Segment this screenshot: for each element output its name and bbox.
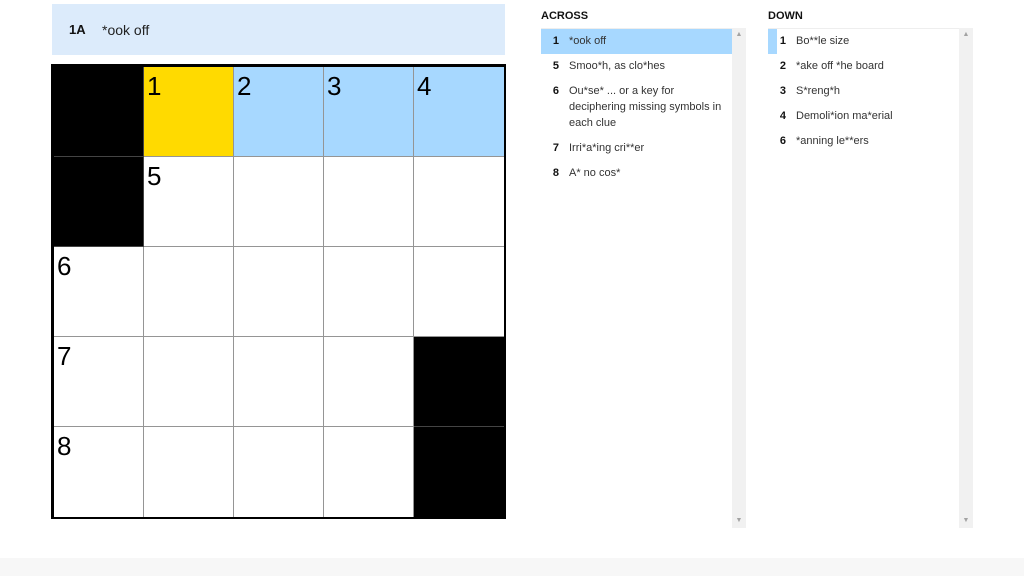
down-scrollbar[interactable]: ▲ ▼ — [959, 28, 973, 528]
across-clue-item[interactable]: 5 Smoo*h, as clo*hes — [541, 54, 732, 79]
cell-number: 4 — [417, 71, 432, 101]
scroll-up-icon[interactable]: ▲ — [732, 28, 746, 42]
grid-cell[interactable] — [234, 337, 324, 427]
grid-cell[interactable]: 4 — [414, 67, 504, 157]
clue-number: 1 — [779, 35, 786, 47]
clue-number: 4 — [779, 110, 786, 122]
cell-number: 1 — [147, 71, 162, 101]
down-clue-item[interactable]: 6 *anning le**ers — [768, 129, 959, 154]
footer-strip — [0, 558, 1024, 576]
across-clue-list: 1 *ook off 5 Smoo*h, as clo*hes 6 Ou*se* ... … — [541, 28, 732, 529]
grid-cell[interactable]: 2 — [234, 67, 324, 157]
clue-text: Demoli*ion ma*erial — [796, 110, 893, 122]
down-clue-item[interactable]: 1 Bo**le size — [768, 29, 959, 54]
clue-number: 6 — [779, 135, 786, 147]
grid-cell[interactable] — [324, 247, 414, 337]
clue-text: *ake off *he board — [796, 60, 884, 72]
clue-number: 8 — [552, 167, 559, 179]
grid-cell[interactable] — [414, 157, 504, 247]
clue-text: *anning le**ers — [796, 135, 869, 147]
grid-cell[interactable] — [324, 337, 414, 427]
scroll-down-icon[interactable]: ▼ — [959, 514, 973, 528]
clue-text: *ook off — [569, 35, 607, 47]
clue-text: Ou*se* ... or a key for deciphering miss… — [569, 85, 722, 129]
clue-text: A* no cos* — [569, 167, 621, 179]
down-section: DOWN 1 Bo**le size 2 *ake off *he board 3 S*r… — [768, 0, 974, 529]
current-clue-bar: 1A *ook off — [52, 4, 505, 55]
down-clue-item[interactable]: 4 Demoli*ion ma*erial — [768, 104, 959, 129]
clue-text: S*reng*h — [796, 85, 841, 97]
cell-number: 7 — [57, 341, 72, 371]
across-section: ACROSS 1 *ook off 5 Smoo*h, as clo*hes 6 Ou*s… — [541, 0, 746, 529]
cell-number: 5 — [147, 161, 162, 191]
clue-number: 2 — [779, 60, 786, 72]
grid-cell[interactable]: 8 — [54, 427, 144, 517]
grid-cell[interactable] — [324, 427, 414, 517]
black-cell — [414, 427, 504, 517]
grid-cell[interactable] — [324, 157, 414, 247]
black-cell — [54, 67, 144, 157]
grid-cell[interactable] — [414, 247, 504, 337]
grid-cell[interactable] — [144, 427, 234, 517]
clue-number: 5 — [552, 60, 559, 72]
grid-cell[interactable] — [144, 247, 234, 337]
grid-cell[interactable]: 7 — [54, 337, 144, 427]
cell-number: 2 — [237, 71, 252, 101]
down-clue-list: 1 Bo**le size 2 *ake off *he board 3 S*reng*h… — [768, 28, 959, 529]
clue-number: 3 — [779, 85, 786, 97]
clue-number: 1 — [552, 35, 559, 47]
down-clue-item[interactable]: 3 S*reng*h — [768, 79, 959, 104]
cell-number: 6 — [57, 251, 72, 281]
clue-number: 6 — [552, 85, 559, 97]
clue-text: Irri*a*ing cri**er — [569, 142, 645, 154]
grid-cell[interactable]: 1 — [144, 67, 234, 157]
black-cell — [414, 337, 504, 427]
clue-number: 7 — [552, 142, 559, 154]
across-clue-item[interactable]: 7 Irri*a*ing cri**er — [541, 136, 732, 161]
grid-cell[interactable] — [144, 337, 234, 427]
scroll-down-icon[interactable]: ▼ — [732, 514, 746, 528]
cell-number: 3 — [327, 71, 342, 101]
crossword-grid: 1 2 3 4 5 6 7 8 — [51, 64, 506, 519]
scroll-up-icon[interactable]: ▲ — [959, 28, 973, 42]
across-scrollbar[interactable]: ▲ ▼ — [732, 28, 746, 528]
clue-text: Smoo*h, as clo*hes — [569, 60, 665, 72]
across-clue-item[interactable]: 8 A* no cos* — [541, 161, 732, 186]
current-clue-text: *ook off — [102, 21, 150, 38]
grid-cell[interactable]: 3 — [324, 67, 414, 157]
across-clue-item[interactable]: 1 *ook off — [541, 29, 732, 54]
grid-cell[interactable]: 6 — [54, 247, 144, 337]
grid-cell[interactable] — [234, 427, 324, 517]
current-clue-number: 1A — [69, 22, 86, 37]
grid-cell[interactable] — [234, 247, 324, 337]
grid-cell[interactable]: 5 — [144, 157, 234, 247]
down-clue-item[interactable]: 2 *ake off *he board — [768, 54, 959, 79]
cell-number: 8 — [57, 431, 72, 461]
clue-text: Bo**le size — [796, 35, 850, 47]
across-heading: ACROSS — [541, 10, 589, 22]
grid-cell[interactable] — [234, 157, 324, 247]
across-clue-item[interactable]: 6 Ou*se* ... or a key for deciphering mis… — [541, 79, 732, 136]
black-cell — [54, 157, 144, 247]
down-heading: DOWN — [768, 10, 803, 22]
